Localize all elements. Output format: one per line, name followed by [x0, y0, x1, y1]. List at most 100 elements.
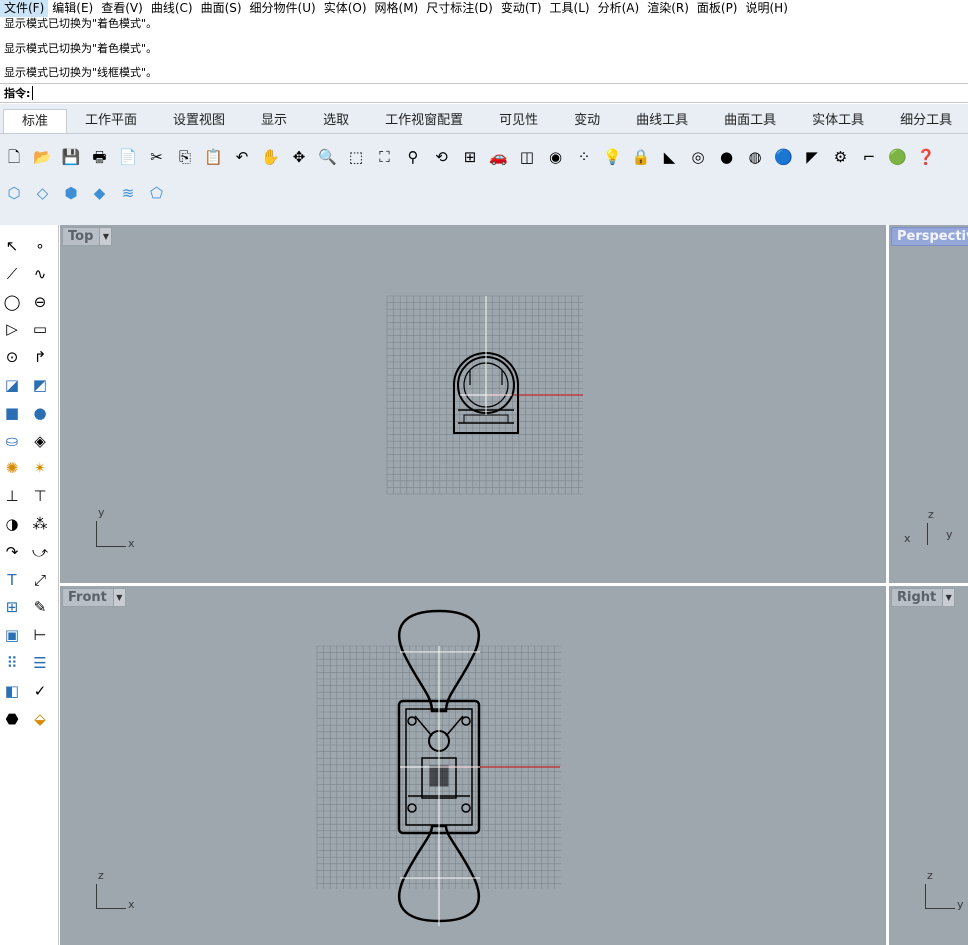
toolbar-tab[interactable]: 曲线工具: [618, 109, 706, 133]
split-icon[interactable]: ⊥: [0, 484, 24, 508]
viewport-label-front[interactable]: Front ▼: [62, 588, 126, 607]
layers-icon[interactable]: ☰: [28, 651, 52, 675]
undo-icon[interactable]: ↶: [232, 147, 252, 167]
material-icon[interactable]: ◣: [660, 147, 680, 167]
boolean-union-icon[interactable]: ◑: [0, 512, 24, 536]
arc-icon[interactable]: ⊙: [0, 345, 24, 369]
menu-item[interactable]: 编辑(E): [48, 0, 97, 17]
polygon-icon[interactable]: ▷: [0, 317, 24, 341]
circle-dot-icon[interactable]: ◉: [546, 147, 566, 167]
zoom-icon[interactable]: 🔍: [318, 147, 338, 167]
viewport-menu-icon[interactable]: ▼: [99, 228, 112, 245]
menu-item[interactable]: 曲面(S): [197, 0, 246, 17]
menu-item[interactable]: 面板(P): [693, 0, 742, 17]
menu-item[interactable]: 查看(V): [97, 0, 147, 17]
menu-item[interactable]: 变动(T): [497, 0, 546, 17]
toolbar-tab[interactable]: 曲面工具: [706, 109, 794, 133]
menu-item[interactable]: 分析(A): [594, 0, 644, 17]
toolbar-tab[interactable]: 工作平面: [67, 109, 155, 133]
gear-tools-icon[interactable]: ✺: [0, 456, 24, 480]
viewport-right[interactable]: Right ▼ z y: [889, 586, 968, 945]
subd-octa-icon[interactable]: ◇: [33, 183, 53, 203]
viewport-front[interactable]: Front ▼ z x: [60, 586, 886, 945]
toolbar-tab[interactable]: 细分工具: [882, 109, 968, 133]
trim-icon[interactable]: ⊤: [28, 484, 52, 508]
viewport-perspective[interactable]: Perspective z x y: [889, 225, 968, 583]
point-icon[interactable]: ∘: [28, 234, 52, 258]
car-icon[interactable]: 🚗: [489, 147, 509, 167]
menu-item[interactable]: 曲线(C): [147, 0, 197, 17]
copy-icon[interactable]: ⎘: [175, 147, 195, 167]
surface-icon[interactable]: ◪: [0, 373, 24, 397]
subd-sphere-icon[interactable]: ⬢: [61, 183, 81, 203]
circle-icon[interactable]: ◯: [0, 290, 24, 314]
menu-item[interactable]: 说明(H): [742, 0, 792, 17]
sphere-icon[interactable]: ●: [28, 401, 52, 425]
toolbar-tab[interactable]: 标准: [3, 109, 68, 133]
box-icon[interactable]: ■: [0, 401, 24, 425]
toolbar-tab[interactable]: 可见性: [481, 109, 556, 133]
scale-icon[interactable]: ⤢: [28, 568, 52, 592]
menu-item[interactable]: 尺寸标注(D): [422, 0, 497, 17]
toolbar-tab[interactable]: 选取: [305, 109, 367, 133]
subd-diamond-icon[interactable]: ◆: [90, 183, 110, 203]
paint-bucket-icon[interactable]: ⬙: [28, 707, 52, 731]
zoom-selected-icon[interactable]: ⚲: [403, 147, 423, 167]
toolbar-tab[interactable]: 变动: [556, 109, 618, 133]
curve-icon[interactable]: ∿: [28, 262, 52, 286]
menu-item[interactable]: 工具(L): [546, 0, 594, 17]
zoom-window-icon[interactable]: ⬚: [346, 147, 366, 167]
four-viewports-icon[interactable]: ⊞: [460, 147, 480, 167]
ghosted-sphere-icon[interactable]: ◍: [745, 147, 765, 167]
menu-item[interactable]: 渲染(R): [643, 0, 693, 17]
pan-icon[interactable]: ✋: [261, 147, 281, 167]
options-gear-icon[interactable]: ⚙: [831, 147, 851, 167]
menu-item[interactable]: 细分物件(U): [246, 0, 320, 17]
viewport-menu-icon[interactable]: ▼: [112, 589, 125, 606]
explode-icon[interactable]: ✴: [28, 456, 52, 480]
subd-cube-icon[interactable]: ⬡: [4, 183, 24, 203]
loft-icon[interactable]: ◩: [28, 373, 52, 397]
cylinder-icon[interactable]: ⛀: [0, 429, 24, 453]
menu-item[interactable]: 文件(F): [0, 0, 49, 17]
polyline-icon[interactable]: ⟋: [0, 262, 24, 286]
viewport-menu-icon[interactable]: ▼: [942, 589, 955, 606]
open-icon[interactable]: 📂: [33, 147, 53, 167]
subd-cage-icon[interactable]: ⬠: [147, 183, 167, 203]
rectangle-icon[interactable]: ▭: [28, 317, 52, 341]
cut-icon[interactable]: ✂: [147, 147, 167, 167]
zoom-extents-icon[interactable]: ⛶: [375, 147, 395, 167]
block-icon[interactable]: ▣: [0, 623, 24, 647]
select-arrow-icon[interactable]: ↖: [0, 234, 24, 258]
render-tools-icon[interactable]: ◤: [802, 147, 822, 167]
grid-array-icon[interactable]: ⠿: [0, 651, 24, 675]
undo-view-icon[interactable]: ⟲: [432, 147, 452, 167]
extrude-icon[interactable]: ◧: [0, 679, 24, 703]
paste-icon[interactable]: 📋: [204, 147, 224, 167]
mesh-icon[interactable]: ⬣: [0, 707, 24, 731]
check-icon[interactable]: ✓: [28, 679, 52, 703]
print-icon[interactable]: 🖶: [90, 147, 110, 167]
lock-icon[interactable]: 🔒: [631, 147, 651, 167]
command-line[interactable]: 指令:: [0, 83, 968, 103]
rotate-view-icon[interactable]: ✥: [289, 147, 309, 167]
grasshopper-icon[interactable]: 🟢: [888, 147, 908, 167]
boolean-split-icon[interactable]: ⁂: [28, 512, 52, 536]
select-points-icon[interactable]: ⁘: [574, 147, 594, 167]
viewport-label-perspective[interactable]: Perspective: [891, 227, 968, 246]
subd-wave-icon[interactable]: ≋: [118, 183, 138, 203]
ground-plane-icon[interactable]: ◫: [517, 147, 537, 167]
fillet-icon[interactable]: ↱: [28, 345, 52, 369]
new-icon[interactable]: 🗋: [4, 147, 24, 167]
menu-item[interactable]: 网格(M): [371, 0, 423, 17]
sweep-icon[interactable]: ◈: [28, 429, 52, 453]
dimension-icon[interactable]: ⌐: [859, 147, 879, 167]
viewport-label-top[interactable]: Top ▼: [62, 227, 113, 246]
toolbar-tab[interactable]: 显示: [243, 109, 305, 133]
light-icon[interactable]: 💡: [603, 147, 623, 167]
array-icon[interactable]: ⊞: [0, 595, 24, 619]
viewport-top[interactable]: Top ▼ y x: [60, 225, 886, 583]
toolbar-tab[interactable]: 实体工具: [794, 109, 882, 133]
text-icon[interactable]: T: [0, 568, 24, 592]
curve-offset-icon[interactable]: ⤻: [28, 540, 52, 564]
